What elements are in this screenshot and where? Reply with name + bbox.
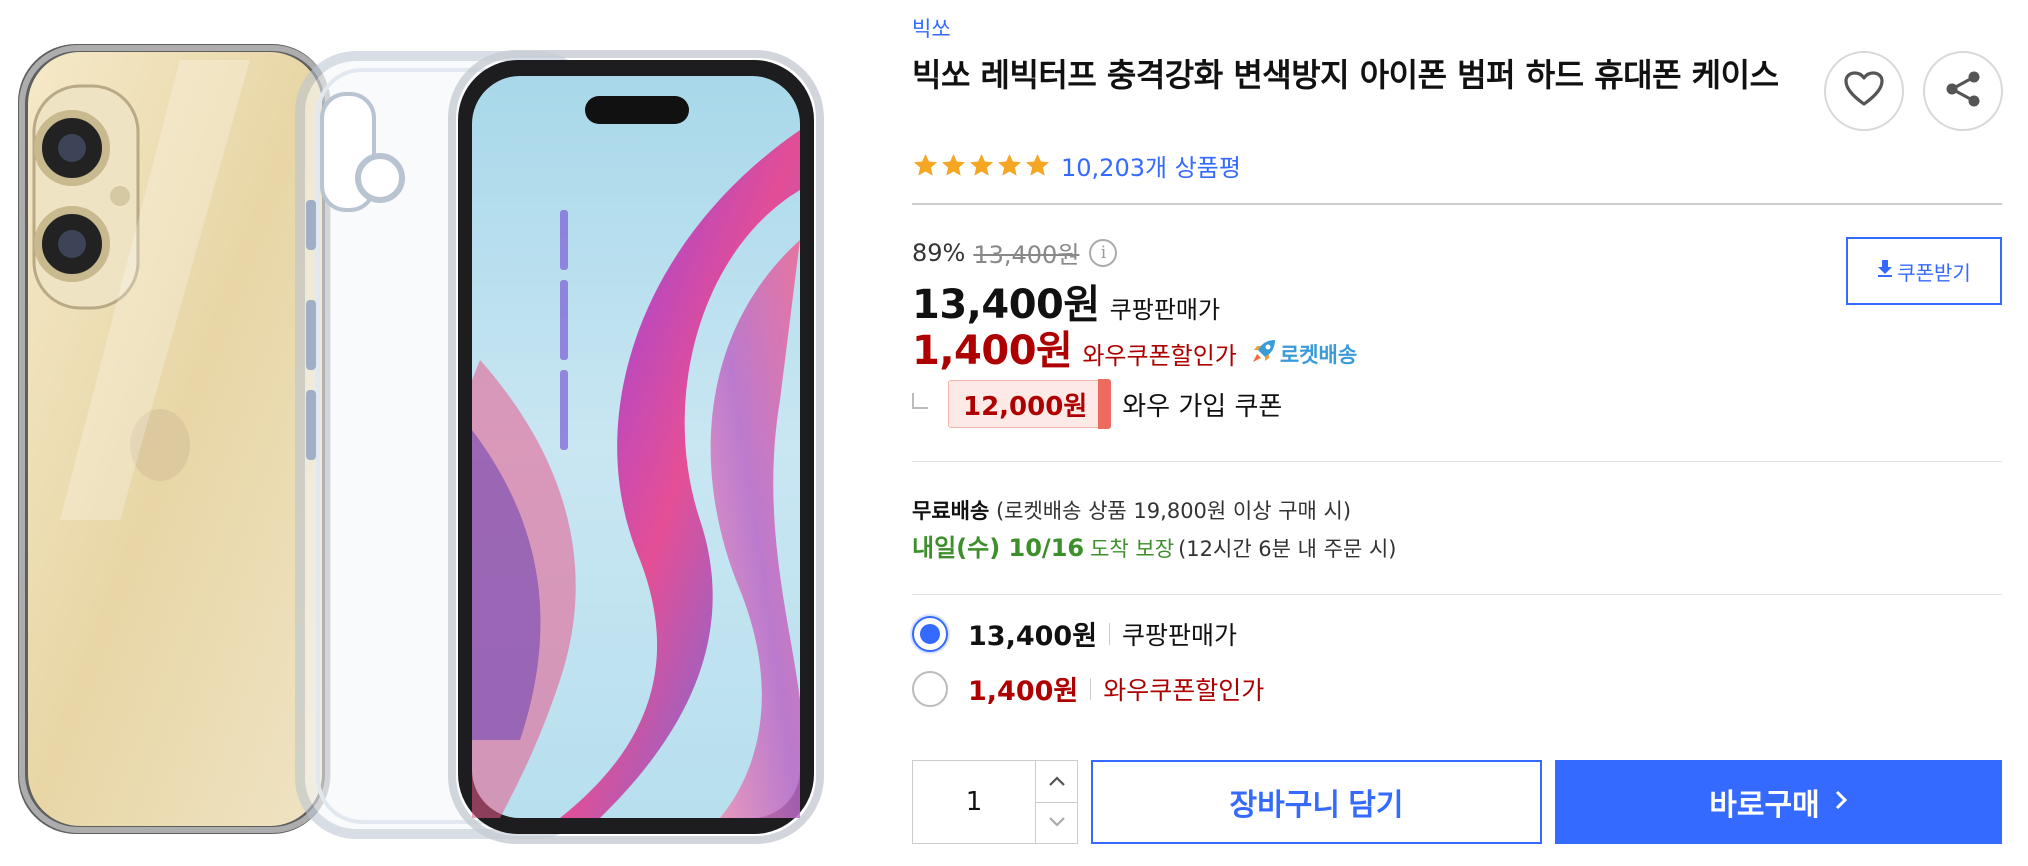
- review-count-link[interactable]: 10,203개 상품평: [1061, 148, 1241, 183]
- free-shipping-label: 무료배송: [912, 499, 990, 523]
- quantity-steps: [1035, 761, 1077, 843]
- radio-unselected[interactable]: [912, 670, 948, 707]
- option-label: 쿠팡판매가: [1122, 620, 1238, 650]
- star-icon: [914, 154, 937, 176]
- quantity-input[interactable]: [913, 761, 1035, 843]
- product-image: [0, 0, 850, 866]
- star-icon: [1026, 154, 1049, 176]
- wow-price-row: 1,400원 와우쿠폰할인가 로켓배송: [912, 318, 1357, 376]
- join-coupon-row: 12,000원 와우 가입 쿠폰: [912, 379, 1283, 429]
- price-option-wow[interactable]: 1,400원 와우쿠폰할인가: [912, 669, 1264, 708]
- divider: [912, 594, 2002, 595]
- discount-rate: 89%: [912, 238, 966, 267]
- rocket-icon: [1251, 338, 1277, 369]
- star-icon: [942, 154, 965, 176]
- add-to-cart-button[interactable]: 장바구니 담기: [1091, 760, 1542, 844]
- coupon-download-label: 쿠폰받기: [1897, 262, 1971, 285]
- wow-price: 1,400원: [912, 328, 1073, 374]
- star-icon: [998, 154, 1021, 176]
- info-icon[interactable]: i: [1089, 238, 1118, 267]
- original-price-row: 89% 13,400원 i: [912, 235, 1118, 270]
- quantity-stepper: [912, 760, 1078, 844]
- product-info: 빅쏘 빅쏘 레빅터프 충격강화 변색방지 아이폰 범퍼 하드 휴대폰 케이스 1…: [912, 0, 2003, 866]
- divider: [912, 203, 2002, 205]
- buy-now-label: 바로구매: [1709, 789, 1820, 822]
- order-cutoff: (12시간 6분 내 주문 시): [1178, 537, 1397, 561]
- separator: [1090, 677, 1092, 700]
- brand-link[interactable]: 빅쏘: [912, 13, 951, 43]
- join-coupon-label: 와우 가입 쿠폰: [1122, 391, 1283, 422]
- divider: [912, 461, 2002, 462]
- elbow-connector: [912, 393, 928, 409]
- quantity-decrease-button[interactable]: [1036, 803, 1077, 844]
- join-coupon-badge: 12,000원: [948, 379, 1112, 429]
- price-option-sale[interactable]: 13,400원 쿠팡판매가: [912, 614, 1237, 653]
- star-rating: [912, 152, 1051, 179]
- rating: 10,203개 상품평: [912, 148, 1241, 183]
- original-price: 13,400원: [973, 241, 1080, 269]
- product-title: 빅쏘 레빅터프 충격강화 변색방지 아이폰 범퍼 하드 휴대폰 케이스: [912, 56, 1779, 94]
- wow-price-label: 와우쿠폰할인가: [1082, 342, 1237, 370]
- free-shipping-info: 무료배송 (로켓배송 상품 19,800원 이상 구매 시): [912, 495, 1351, 525]
- radio-selected[interactable]: [912, 615, 948, 652]
- option-price: 13,400원: [968, 621, 1098, 652]
- chevron-up-icon: [1048, 772, 1066, 791]
- arrival-guarantee: 도착 보장: [1090, 537, 1175, 561]
- add-to-cart-label: 장바구니 담기: [1229, 789, 1404, 822]
- wishlist-button[interactable]: [1824, 51, 1904, 131]
- rocket-delivery-label: 로켓배송: [1279, 342, 1358, 367]
- chevron-down-icon: [1048, 813, 1066, 832]
- free-shipping-condition: (로켓배송 상품 19,800원 이상 구매 시): [995, 499, 1352, 523]
- option-price: 1,400원: [968, 676, 1079, 707]
- coupon-download-button[interactable]: 쿠폰받기: [1846, 237, 2002, 305]
- arrival-date: 내일(수) 10/16: [912, 534, 1085, 562]
- share-icon: [1943, 69, 1983, 113]
- download-icon: [1877, 259, 1893, 283]
- heart-icon: [1844, 71, 1884, 111]
- rocket-delivery-badge: 로켓배송: [1251, 338, 1357, 369]
- quantity-increase-button[interactable]: [1036, 761, 1077, 803]
- star-icon: [970, 154, 993, 176]
- arrival-info: 내일(수) 10/16 도착 보장 (12시간 6분 내 주문 시): [912, 528, 1397, 563]
- chevron-right-icon: [1834, 785, 1848, 819]
- separator: [1109, 622, 1111, 645]
- share-button[interactable]: [1923, 51, 2003, 131]
- buy-now-button[interactable]: 바로구매: [1555, 760, 2002, 844]
- option-label: 와우쿠폰할인가: [1103, 675, 1265, 705]
